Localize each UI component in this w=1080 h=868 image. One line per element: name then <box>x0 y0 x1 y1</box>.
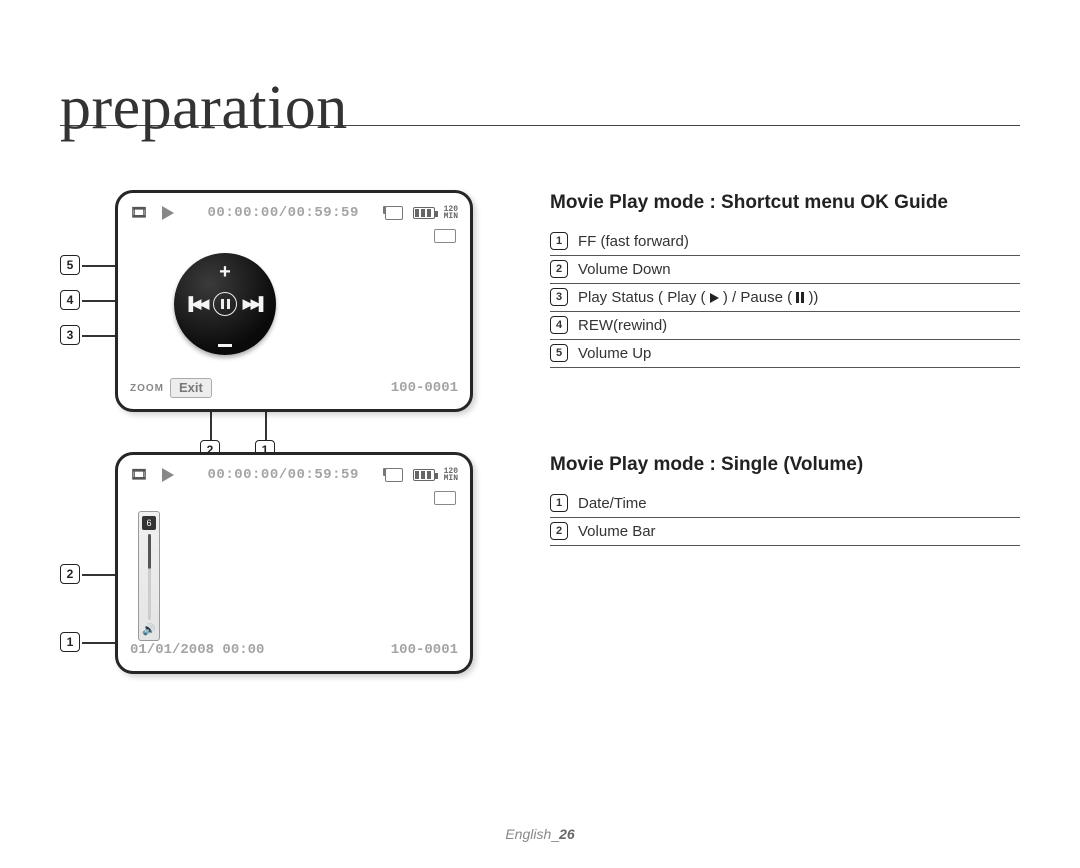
movie-mode-icon: 🎞 <box>130 205 148 222</box>
figure-volume: 2 1 🎞 00:00:00/00:59:59 120 MIN <box>60 452 530 674</box>
pause-icon <box>796 292 804 303</box>
legend-item-2: 2Volume Down <box>550 256 1020 284</box>
manual-page: preparation 5 4 3 2 1 🎞 <box>0 0 1080 868</box>
play-icon <box>710 293 719 303</box>
legend-item-3: 3 Play Status ( Play ( ) / Pause ( )) <box>550 284 1020 312</box>
legend-shortcut: Movie Play mode : Shortcut menu OK Guide… <box>530 190 1020 368</box>
fast-forward-icon: ▶▶▌ <box>243 296 266 312</box>
rewind-icon: ▐◀◀ <box>184 296 207 312</box>
play-icon <box>162 468 174 482</box>
play-pause-icon <box>213 292 237 316</box>
callout-2: 2 <box>60 564 80 584</box>
remaining-min-icon: 120 MIN <box>444 206 458 220</box>
zoom-label: ZOOM <box>130 383 164 394</box>
section-single-volume: 2 1 🎞 00:00:00/00:59:59 120 MIN <box>60 452 1020 674</box>
ok-guide-dpad: + ▐◀◀ ▶▶▌ <box>174 253 276 355</box>
movie-mode-icon: 🎞 <box>130 467 148 484</box>
legend-item-4: 4REW(rewind) <box>550 312 1020 340</box>
file-number: 100-0001 <box>391 380 458 396</box>
legend-list-1: 1FF (fast forward) 2Volume Down 3 Play S… <box>550 228 1020 368</box>
volume-level: 6 <box>142 516 156 530</box>
time-counter: 00:00:00/00:59:59 <box>188 467 379 483</box>
battery-icon <box>413 207 435 219</box>
volume-down-icon <box>218 344 232 347</box>
section-shortcut-ok-guide: 5 4 3 2 1 🎞 00:00:00/00:59:59 <box>60 190 1020 412</box>
legend-item-5: 5Volume Up <box>550 340 1020 368</box>
legend-item-1: 1Date/Time <box>550 490 1020 518</box>
footer-page-number: 26 <box>559 826 575 842</box>
legend-item-2: 2Volume Bar <box>550 518 1020 546</box>
resolution-icon <box>434 491 456 505</box>
card-icon <box>385 206 403 220</box>
lcd-screen-2: 🎞 00:00:00/00:59:59 120 MIN 6 <box>115 452 473 674</box>
time-counter: 00:00:00/00:59:59 <box>188 205 379 221</box>
screen-topbar: 🎞 00:00:00/00:59:59 120 MIN <box>130 203 458 223</box>
battery-icon <box>413 469 435 481</box>
chapter-title: preparation <box>60 73 348 144</box>
legend-volume: Movie Play mode : Single (Volume) 1Date/… <box>530 452 1020 546</box>
volume-up-icon: + <box>219 261 231 284</box>
callout-1: 1 <box>60 632 80 652</box>
page-footer: English_26 <box>0 826 1080 842</box>
screen-bottombar: 01/01/2008 00:00 100-0001 <box>130 641 458 659</box>
datetime-label: 01/01/2008 00:00 <box>130 642 264 658</box>
exit-button: Exit <box>170 378 212 398</box>
resolution-icon <box>434 229 456 243</box>
content-area: 5 4 3 2 1 🎞 00:00:00/00:59:59 <box>60 130 1020 674</box>
volume-bar: 6 🔊 <box>138 511 160 641</box>
figure-shortcut: 5 4 3 2 1 🎞 00:00:00/00:59:59 <box>60 190 530 412</box>
volume-track <box>148 534 151 620</box>
footer-language: English <box>505 826 551 842</box>
legend-item-1: 1FF (fast forward) <box>550 228 1020 256</box>
lcd-screen-1: 🎞 00:00:00/00:59:59 120 MIN + <box>115 190 473 412</box>
screen-bottombar: ZOOM Exit 100-0001 <box>130 379 458 397</box>
chapter-header: preparation <box>60 50 1020 130</box>
callout-5: 5 <box>60 255 80 275</box>
screen-topbar: 🎞 00:00:00/00:59:59 120 MIN <box>130 465 458 485</box>
speaker-icon: 🔊 <box>142 623 156 636</box>
callout-4: 4 <box>60 290 80 310</box>
card-icon <box>385 468 403 482</box>
legend-list-2: 1Date/Time 2Volume Bar <box>550 490 1020 546</box>
play-icon <box>162 206 174 220</box>
section-title-1: Movie Play mode : Shortcut menu OK Guide <box>550 192 1020 214</box>
section-title-2: Movie Play mode : Single (Volume) <box>550 454 1020 476</box>
file-number: 100-0001 <box>391 642 458 658</box>
remaining-min-icon: 120 MIN <box>444 468 458 482</box>
callout-3: 3 <box>60 325 80 345</box>
